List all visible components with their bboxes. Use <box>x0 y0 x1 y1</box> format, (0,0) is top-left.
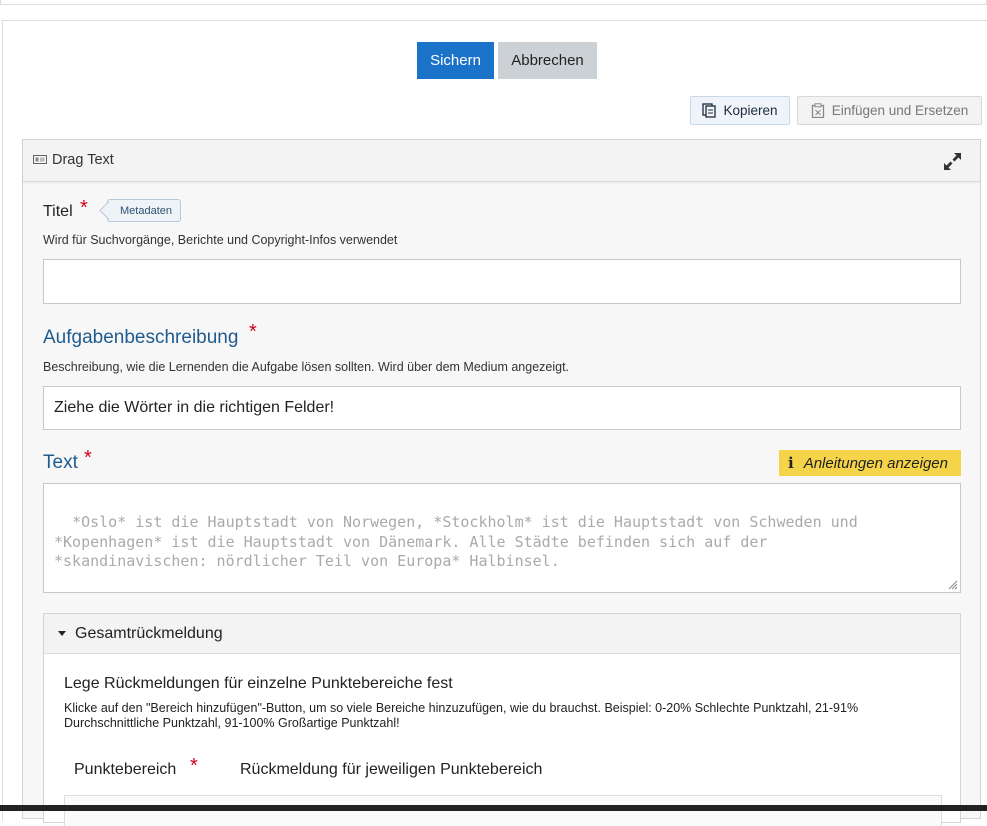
paste-icon <box>811 103 824 118</box>
overall-feedback-title: Gesamtrückmeldung <box>75 625 223 642</box>
feedback-subtitle: Lege Rückmeldungen für einzelne Punktebe… <box>64 675 453 692</box>
score-range-required-mark: * <box>190 755 198 777</box>
panel-header: Drag Text <box>23 140 980 182</box>
info-icon: i <box>788 454 794 472</box>
panel-title: Drag Text <box>52 152 114 168</box>
text-placeholder: *Oslo* ist die Hauptstadt von Norwegen, … <box>54 513 858 570</box>
range-feedback-column-header: Rückmeldung für jeweiligen Punktebereich <box>240 761 543 778</box>
caret-down-icon <box>58 631 66 636</box>
paste-label: Einfügen und Ersetzen <box>831 103 969 118</box>
top-frame-edge <box>0 0 987 5</box>
paste-replace-button[interactable]: Einfügen und Ersetzen <box>797 96 982 125</box>
task-description-input[interactable]: Ziehe die Wörter in die richtigen Felder… <box>43 386 961 430</box>
metadata-badge[interactable]: Metadaten <box>107 199 181 222</box>
show-instructions-label: Anleitungen anzeigen <box>803 454 948 472</box>
title-label: Titel <box>43 203 73 220</box>
score-range-column-header: Punktebereich <box>74 761 177 778</box>
text-textarea[interactable]: *Oslo* ist die Hauptstadt von Norwegen, … <box>43 483 961 593</box>
bottom-bar <box>0 805 987 811</box>
copy-label: Kopieren <box>723 103 778 118</box>
title-required-mark: * <box>80 197 88 219</box>
task-required-mark: * <box>249 321 257 343</box>
text-required-mark: * <box>84 447 92 469</box>
task-description-label: Aufgabenbeschreibung <box>43 327 239 348</box>
show-instructions-button[interactable]: i Anleitungen anzeigen <box>779 450 961 476</box>
feedback-description: Klicke auf den "Bereich hinzufügen"-Butt… <box>64 701 859 730</box>
resize-handle-icon[interactable] <box>948 580 958 590</box>
overall-feedback-header[interactable]: Gesamtrückmeldung <box>44 614 960 654</box>
copy-button[interactable]: Kopieren <box>690 96 790 125</box>
save-button[interactable]: Sichern <box>417 42 494 79</box>
expand-icon[interactable] <box>943 152 962 171</box>
task-description-help: Beschreibung, wie die Lernenden die Aufg… <box>43 360 570 374</box>
title-description: Wird für Suchvorgänge, Berichte und Copy… <box>43 233 398 247</box>
copy-icon <box>702 103 717 118</box>
overall-feedback-section: Gesamtrückmeldung Lege Rückmeldungen für… <box>43 613 961 826</box>
text-label: Text <box>43 452 78 473</box>
cancel-button[interactable]: Abbrechen <box>498 42 597 79</box>
title-input[interactable] <box>43 259 961 304</box>
drag-text-icon <box>33 155 47 164</box>
